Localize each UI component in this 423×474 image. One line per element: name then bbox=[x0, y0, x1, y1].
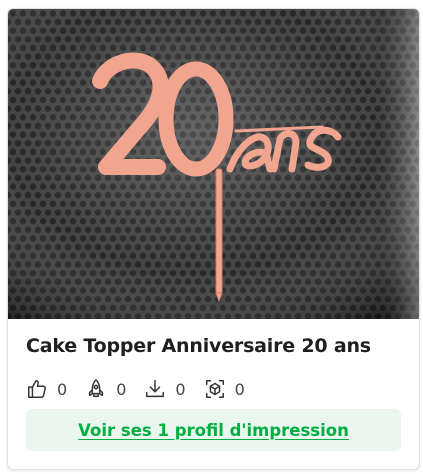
thumbs-up-icon bbox=[26, 378, 48, 400]
print-profile-button[interactable]: Voir ses 1 profil d'impression bbox=[26, 409, 401, 451]
likes-count: 0 bbox=[57, 379, 68, 399]
downloads-count: 0 bbox=[175, 379, 186, 399]
prints-count: 0 bbox=[234, 379, 245, 399]
model-thumbnail[interactable] bbox=[8, 9, 419, 319]
download-icon bbox=[144, 378, 166, 400]
prints-stat[interactable]: 0 bbox=[204, 378, 245, 400]
print-profile-link[interactable]: Voir ses 1 profil d'impression bbox=[78, 421, 349, 440]
3d-box-icon bbox=[204, 378, 226, 400]
cake-topper-photo bbox=[8, 9, 419, 319]
stats-row: 0 0 0 0 bbox=[26, 377, 263, 401]
boosts-count: 0 bbox=[116, 379, 127, 399]
model-card[interactable]: Cake Topper Anniversaire 20 ans 0 0 0 0 … bbox=[7, 8, 420, 470]
model-title[interactable]: Cake Topper Anniversaire 20 ans bbox=[26, 335, 371, 357]
downloads-stat[interactable]: 0 bbox=[144, 378, 186, 400]
rocket-icon bbox=[85, 378, 107, 400]
boosts-stat[interactable]: 0 bbox=[85, 378, 126, 400]
likes-stat[interactable]: 0 bbox=[26, 378, 67, 400]
